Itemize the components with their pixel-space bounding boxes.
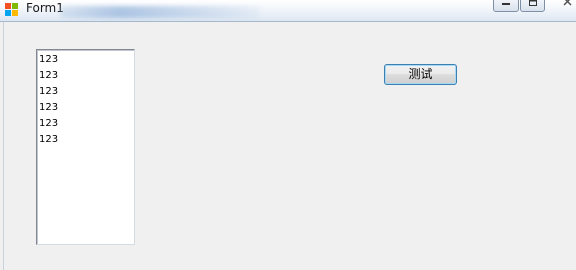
title-bar-blur — [60, 6, 260, 18]
minimize-icon — [494, 0, 518, 10]
listbox-items: 123 123 123 123 123 123 — [37, 50, 134, 148]
close-icon — [546, 0, 576, 9]
list-item[interactable]: 123 — [39, 116, 134, 132]
minimize-button[interactable] — [493, 0, 519, 12]
list-item[interactable]: 123 — [39, 100, 134, 116]
title-bar[interactable]: Form1 — [0, 0, 576, 22]
list-item[interactable]: 123 — [39, 84, 134, 100]
test-button[interactable]: 测试 — [384, 64, 457, 85]
list-item[interactable]: 123 — [39, 52, 134, 68]
window-title: Form1 — [26, 1, 64, 15]
window-left-border — [3, 22, 4, 270]
restore-button[interactable] — [520, 0, 545, 12]
close-button[interactable] — [546, 0, 576, 12]
app-icon — [5, 3, 18, 16]
list-item[interactable]: 123 — [39, 132, 134, 148]
maximize-icon — [521, 0, 544, 10]
listbox[interactable]: 123 123 123 123 123 123 — [36, 49, 135, 245]
list-item[interactable]: 123 — [39, 68, 134, 84]
form1-window: Form1 123 123 123 123 123 123 测试 — [0, 0, 576, 270]
